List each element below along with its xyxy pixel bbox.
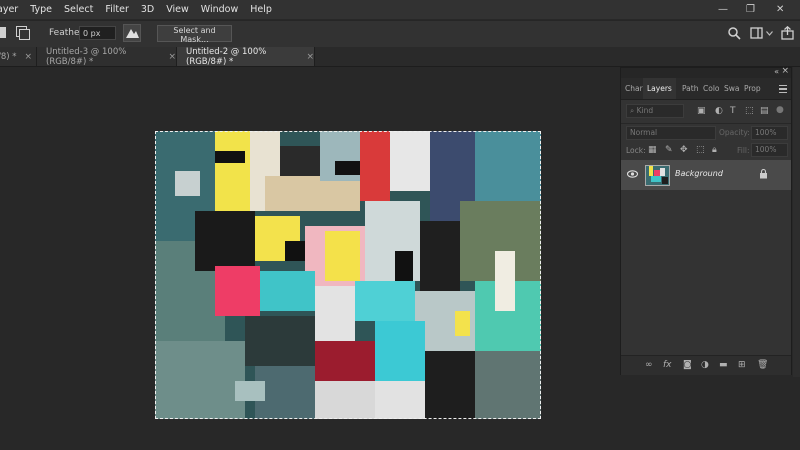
panel-divider	[621, 123, 791, 124]
tab-label: Untitled-2 @ 100% (RGB/8#) *	[186, 46, 267, 67]
menu-type[interactable]: Type	[24, 0, 58, 19]
close-tab-icon[interactable]: ×	[168, 52, 176, 62]
filter-adjustment-icon[interactable]: ◐	[715, 106, 723, 116]
menu-window[interactable]: Window	[195, 0, 244, 19]
lock-icon	[759, 168, 768, 182]
tab-label: Untitled-3 @ 100% (RGB/8#) *	[46, 46, 127, 67]
document-tab-bar: /8) * × Untitled-3 @ 100% (RGB/8#) * × U…	[0, 47, 800, 67]
filter-type-icon[interactable]: T	[730, 106, 736, 116]
tab-character[interactable]: Char	[625, 78, 643, 99]
panel-menu-icon[interactable]	[779, 85, 787, 93]
tab-untitled-2[interactable]: Untitled-2 @ 100% (RGB/8#) * ×	[177, 46, 315, 67]
menu-filter[interactable]: Filter	[99, 0, 135, 19]
anti-alias-toggle[interactable]	[123, 24, 141, 42]
group-folder-icon[interactable]: ▬	[719, 360, 728, 370]
tab-untitled-3[interactable]: Untitled-3 @ 100% (RGB/8#) * ×	[37, 46, 177, 67]
collage-image	[155, 131, 541, 419]
panel-tab-bar: Char Layers Path Colo Swa Prop	[621, 78, 791, 100]
add-to-selection-icon[interactable]	[16, 26, 30, 40]
menu-3d[interactable]: 3D	[135, 0, 160, 19]
tab-paths[interactable]: Path	[682, 78, 698, 99]
filter-kind: Kind	[636, 106, 654, 115]
feather-input[interactable]	[79, 26, 116, 40]
link-layers-icon[interactable]: ∞	[645, 360, 653, 370]
menu-help[interactable]: Help	[244, 0, 278, 19]
document-canvas[interactable]	[155, 131, 541, 419]
fill-input[interactable]: 100%	[751, 143, 788, 157]
lock-position-icon[interactable]: ✥	[680, 145, 688, 155]
tab-properties[interactable]: Prop	[744, 78, 761, 99]
close-panel-icon[interactable]: ×	[781, 66, 789, 76]
opacity-input[interactable]: 100%	[751, 126, 788, 140]
minimize-button[interactable]: —	[718, 0, 728, 19]
tab-document-1[interactable]: /8) * ×	[0, 47, 37, 66]
search-icon[interactable]	[728, 27, 741, 43]
layers-panel: « × Char Layers Path Colo Swa Prop ⌕ Kin…	[620, 66, 792, 375]
lock-pixels-icon[interactable]: ✎	[665, 145, 673, 155]
restore-button[interactable]: ❐	[746, 0, 755, 19]
menu-layer[interactable]: ayer	[0, 0, 24, 19]
filter-pixel-icon[interactable]: ▣	[697, 106, 706, 116]
lock-artboard-icon[interactable]: ⬚	[696, 145, 705, 155]
fill-value: 100%	[755, 145, 777, 154]
close-window-button[interactable]: ✕	[776, 0, 784, 19]
right-dock-strip	[793, 67, 800, 377]
share-icon[interactable]	[781, 25, 794, 43]
blend-mode-value: Normal	[630, 128, 658, 137]
layer-filter-select[interactable]: ⌕ Kind	[626, 104, 684, 118]
tab-color[interactable]: Colo	[703, 78, 720, 99]
adjustment-layer-icon[interactable]: ◑	[701, 360, 709, 370]
collapse-panel-icon[interactable]: «	[774, 67, 779, 76]
workspace-icon[interactable]	[750, 27, 763, 42]
filter-toggle-icon[interactable]: ●	[776, 105, 784, 115]
new-selection-icon[interactable]	[0, 27, 6, 38]
add-mask-icon[interactable]: ◙	[683, 360, 692, 370]
search-icon: ⌕	[630, 106, 635, 115]
blend-mode-select[interactable]: Normal	[626, 126, 716, 140]
fx-icon[interactable]: fx	[663, 360, 672, 370]
close-tab-icon[interactable]: ×	[306, 52, 314, 62]
fill-label: Fill:	[737, 146, 750, 155]
new-layer-icon[interactable]: ⊞	[738, 360, 746, 370]
filter-shape-icon[interactable]: ⬚	[745, 106, 754, 116]
anti-alias-icon	[126, 29, 139, 38]
close-tab-icon[interactable]: ×	[25, 52, 33, 62]
tab-layers[interactable]: Layers	[643, 78, 676, 99]
lock-all-icon[interactable]: 🔒︎	[712, 145, 717, 155]
tab-label: /8) *	[0, 51, 17, 62]
main-menu: ayer Type Select Filter 3D View Window H…	[0, 0, 278, 19]
lock-transparent-icon[interactable]: ▦	[648, 145, 657, 155]
chevron-down-icon[interactable]	[766, 29, 773, 39]
select-and-mask-button[interactable]: Select and Mask...	[157, 25, 232, 44]
layer-row[interactable]: Background	[621, 160, 791, 190]
menu-view[interactable]: View	[160, 0, 195, 19]
menu-bar: ayer Type Select Filter 3D View Window H…	[0, 0, 800, 19]
menu-select[interactable]: Select	[58, 0, 99, 19]
options-bar: Feather: Select and Mask...	[0, 20, 800, 48]
layer-thumbnail	[645, 165, 670, 186]
filter-smart-object-icon[interactable]: ▤	[760, 106, 769, 116]
layers-panel-footer: ∞ fx ◙ ◑ ▬ ⊞ 🗑︎	[621, 355, 791, 375]
trash-icon[interactable]: 🗑︎	[757, 360, 768, 370]
eye-icon[interactable]	[626, 170, 639, 181]
layer-name: Background	[675, 169, 723, 178]
panel-header: « ×	[621, 66, 791, 78]
lock-label: Lock:	[626, 146, 646, 155]
opacity-label: Opacity:	[719, 128, 750, 137]
tab-swatches[interactable]: Swa	[724, 78, 740, 99]
opacity-value: 100%	[755, 128, 777, 137]
